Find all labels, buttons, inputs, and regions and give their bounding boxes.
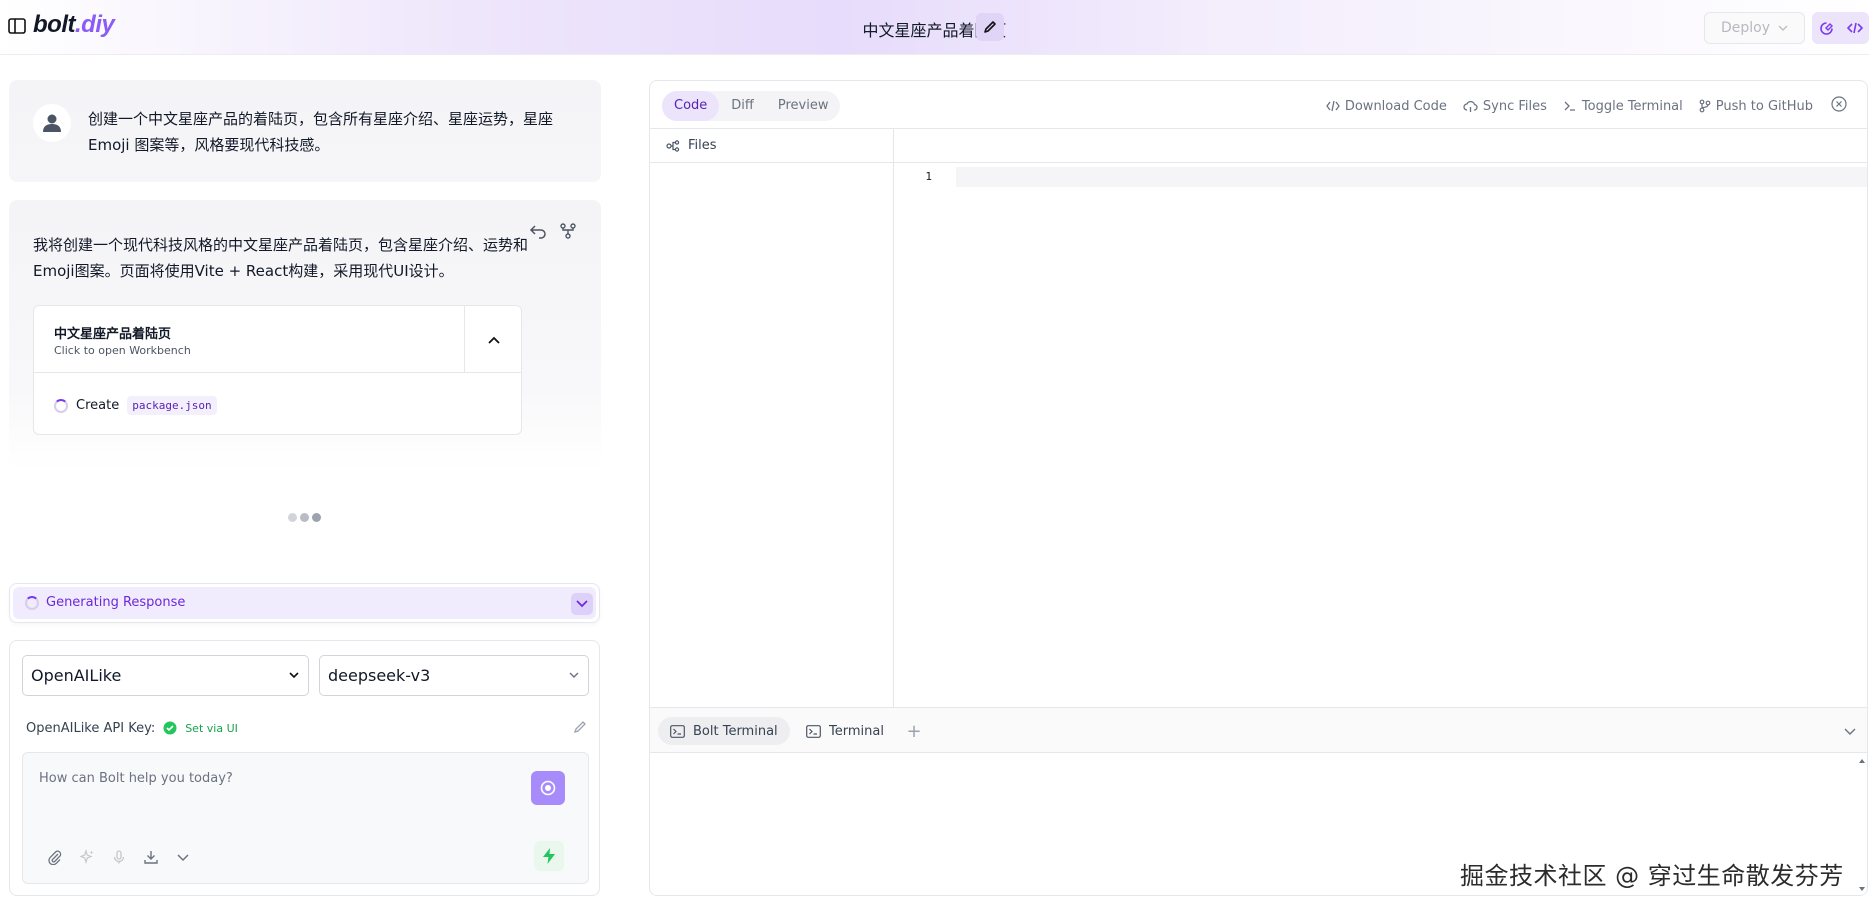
- chevron-down-icon: [576, 600, 588, 608]
- model-select[interactable]: deepseek-v3: [319, 655, 589, 696]
- tab-bolt-terminal[interactable]: Bolt Terminal: [658, 717, 790, 745]
- chevron-down-icon[interactable]: [173, 847, 193, 867]
- record-icon: [540, 780, 556, 796]
- fork-icon[interactable]: [559, 222, 577, 240]
- status-text: Generating Response: [46, 595, 186, 610]
- workbench: Code Diff Preview Download Code Sync Fil…: [649, 80, 1868, 896]
- git-branch-icon: [1699, 99, 1711, 113]
- deploy-button[interactable]: Deploy: [1704, 12, 1805, 44]
- typing-dot: [300, 513, 309, 522]
- user-icon: [43, 114, 61, 132]
- attach-icon[interactable]: [45, 847, 65, 867]
- chevron-down-icon[interactable]: [1843, 722, 1857, 741]
- file-tree-icon: [666, 139, 680, 152]
- edit-title-button[interactable]: [976, 13, 1004, 41]
- provider-select[interactable]: OpenAILike: [22, 655, 309, 696]
- code-view-icon[interactable]: [1843, 16, 1867, 40]
- avatar: [33, 104, 71, 142]
- prompt-tools: [45, 847, 193, 867]
- microphone-icon[interactable]: [109, 847, 129, 867]
- cloud-sync-icon: [1463, 100, 1478, 112]
- terminal-tab-bar: Bolt Terminal Terminal +: [650, 707, 1867, 753]
- progress-expand-button[interactable]: [571, 593, 593, 615]
- user-message: 创建一个中文星座产品的着陆页，包含所有星座介绍、星座运势，星座 Emoji 图案…: [9, 80, 601, 182]
- chevron-down-icon: [289, 672, 299, 679]
- terminal-icon: [806, 724, 821, 738]
- chevron-down-icon: [569, 672, 579, 678]
- chevron-down-icon: [1778, 25, 1788, 32]
- workbench-actions: Download Code Sync Files Toggle Terminal…: [1326, 96, 1847, 116]
- edit-api-key-icon[interactable]: [573, 720, 587, 738]
- bolt-button[interactable]: [534, 841, 564, 871]
- loading-spinner-icon: [25, 596, 39, 610]
- typing-dot: [288, 513, 297, 522]
- top-header: bolt.diy 中文星座产品着陆页 Deploy: [0, 0, 1869, 55]
- workbench-tabs: Code Diff Preview: [662, 91, 841, 121]
- check-circle-icon: [163, 721, 177, 735]
- active-line-highlight: [956, 167, 1867, 187]
- tab-preview[interactable]: Preview: [766, 91, 841, 121]
- tab-terminal[interactable]: Terminal: [794, 717, 896, 745]
- prompt-input[interactable]: [23, 753, 590, 833]
- add-terminal-icon[interactable]: +: [902, 719, 926, 743]
- artifact-title: 中文星座产品着陆页: [54, 327, 172, 342]
- typing-dot: [312, 513, 321, 522]
- view-toggle: [1812, 12, 1869, 44]
- user-message-text: 创建一个中文星座产品的着陆页，包含所有星座介绍、星座运势，星座 Emoji 图案…: [88, 110, 554, 154]
- chevron-up-icon: [487, 336, 500, 344]
- watermark: 掘金技术社区 @ 穿过生命散发芬芳: [1460, 862, 1844, 890]
- prompt-box: OpenAILike deepseek-v3 OpenAILike API Ke…: [9, 640, 600, 896]
- workbench-toolbar: Code Diff Preview Download Code Sync Fil…: [650, 81, 1867, 129]
- typing-indicator: [288, 513, 321, 522]
- project-title: 中文星座产品着陆页: [862, 21, 1007, 40]
- api-key-label: OpenAILike API Key:: [26, 720, 156, 736]
- pencil-icon: [984, 21, 996, 33]
- import-icon[interactable]: [141, 847, 161, 867]
- revert-icon[interactable]: [529, 222, 547, 240]
- open-workbench-button[interactable]: 中文星座产品着陆页 Click to open Workbench: [34, 306, 521, 373]
- terminal-icon: [670, 724, 685, 738]
- action-verb: Create: [76, 398, 120, 413]
- terminal-prompt-icon: [1564, 101, 1575, 111]
- assistant-message: 我将创建一个现代科技风格的中文星座产品着陆页，包含星座介绍、运势和Emoji图案…: [9, 200, 601, 470]
- artifact-collapse-button[interactable]: [464, 306, 521, 373]
- code-editor[interactable]: 1: [894, 129, 1867, 707]
- download-code-button[interactable]: Download Code: [1326, 99, 1447, 114]
- tab-code[interactable]: Code: [662, 91, 720, 121]
- progress-bar: Generating Response: [9, 583, 600, 623]
- files-header: Files: [650, 129, 893, 163]
- message-actions: [529, 222, 577, 240]
- editor-line: 1: [894, 167, 1867, 187]
- api-key-row: OpenAILike API Key: Set via UI: [26, 718, 587, 738]
- tab-diff[interactable]: Diff: [719, 91, 766, 121]
- code-icon: [1326, 100, 1340, 112]
- sidebar-toggle-icon[interactable]: [8, 18, 26, 34]
- push-to-github-button[interactable]: Push to GitHub: [1699, 99, 1813, 114]
- app-logo[interactable]: bolt.diy: [33, 11, 115, 39]
- toggle-terminal-button[interactable]: Toggle Terminal: [1563, 99, 1683, 114]
- api-key-status: Set via UI: [185, 721, 238, 735]
- lightning-icon: [543, 848, 555, 864]
- prompt-input-area: [22, 752, 590, 884]
- record-button[interactable]: [531, 771, 565, 805]
- loading-spinner-icon: [54, 398, 68, 413]
- enhance-prompt-icon[interactable]: [77, 847, 97, 867]
- terminal-scrollbar[interactable]: [1855, 753, 1867, 895]
- editor-breadcrumb: [894, 129, 1867, 163]
- artifact-card: 中文星座产品着陆页 Click to open Workbench Create…: [33, 305, 522, 435]
- close-icon[interactable]: [1831, 96, 1847, 116]
- artifact-subtitle: Click to open Workbench: [54, 344, 191, 357]
- line-number: 1: [925, 170, 932, 183]
- artifact-action-row: Create package.json: [54, 396, 217, 415]
- progress-bar-inner: Generating Response: [13, 587, 596, 619]
- file-tree-pane: Files: [650, 129, 894, 707]
- action-file: package.json: [127, 396, 217, 415]
- sync-files-button[interactable]: Sync Files: [1463, 99, 1547, 114]
- assistant-message-text: 我将创建一个现代科技风格的中文星座产品着陆页，包含星座介绍、运势和Emoji图案…: [33, 236, 529, 280]
- chat-view-icon[interactable]: [1814, 16, 1838, 40]
